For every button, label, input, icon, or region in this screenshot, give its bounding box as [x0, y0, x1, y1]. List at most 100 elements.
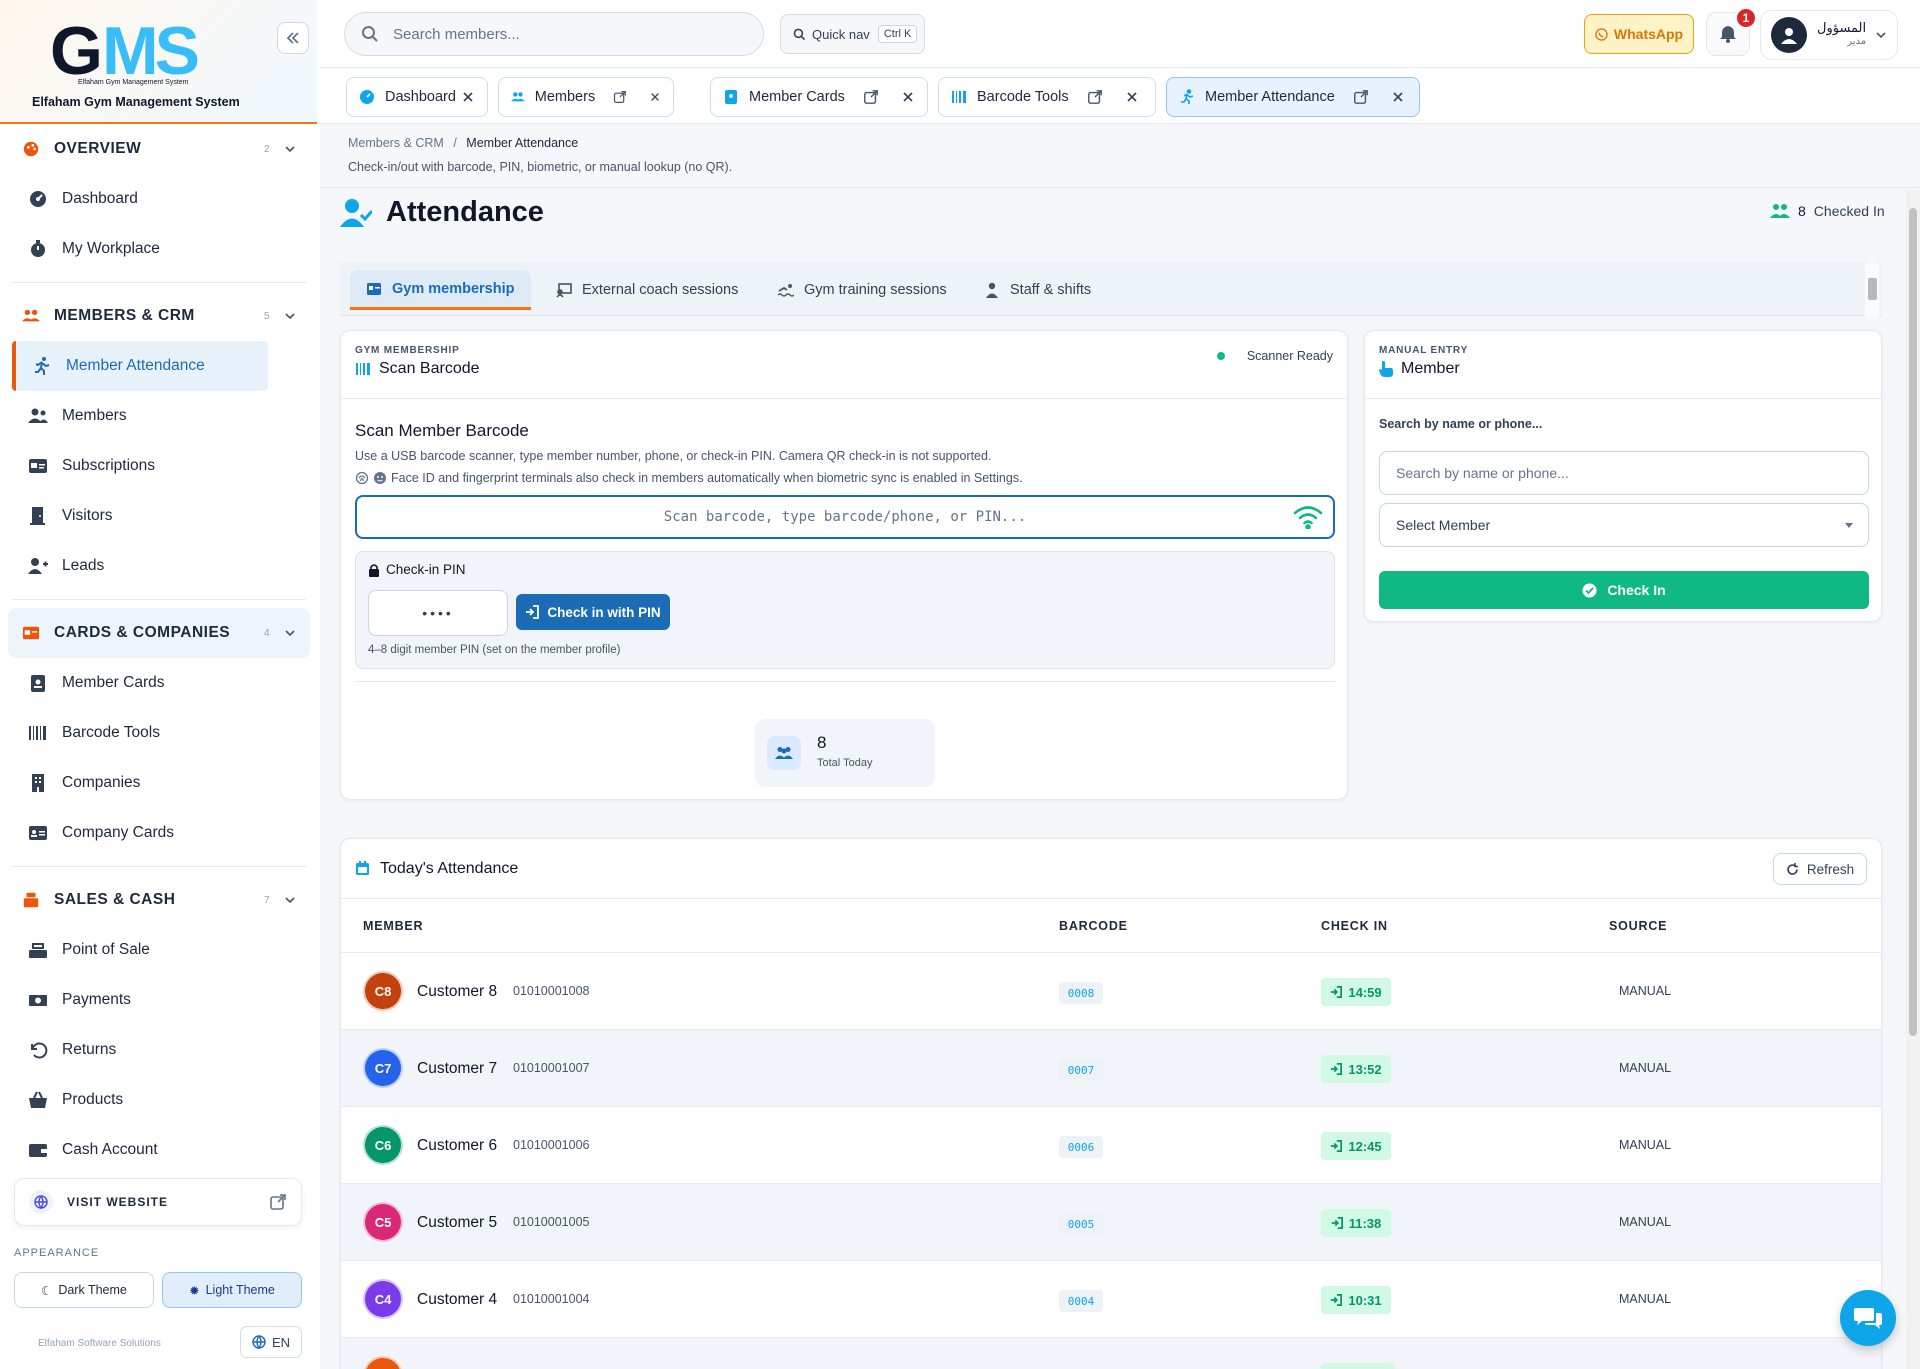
external-link-icon[interactable]	[1353, 89, 1369, 105]
sidebar-item-cash-account[interactable]: Cash Account	[0, 1125, 317, 1164]
visit-website-label: VISIT WEBSITE	[67, 1195, 169, 1209]
section-label: MEMBERS & CRM	[54, 307, 195, 324]
section-overview[interactable]: OVERVIEW 2	[0, 124, 317, 174]
member-name[interactable]: Customer 7	[417, 1060, 497, 1078]
member-avatar: C8	[363, 971, 403, 1011]
table-row[interactable]: C3	[341, 1338, 1881, 1369]
divider	[12, 866, 306, 867]
close-icon[interactable]	[901, 90, 915, 104]
close-icon[interactable]	[649, 90, 661, 104]
column-header-member[interactable]: MEMBER	[363, 919, 423, 933]
member-name[interactable]: Customer 4	[417, 1291, 497, 1309]
bell-icon	[1720, 26, 1736, 43]
search-input[interactable]: Search members...	[344, 12, 764, 56]
close-icon[interactable]	[1391, 90, 1405, 104]
chat-button[interactable]	[1840, 1290, 1896, 1346]
scan-body: Scan Member Barcode Use a USB barcode sc…	[341, 421, 1347, 682]
gauge-icon	[30, 191, 46, 207]
sidebar-item-returns[interactable]: Returns	[0, 1025, 317, 1075]
sidebar-item-payments[interactable]: Payments	[0, 975, 317, 1025]
section-count: 5	[263, 310, 270, 322]
member-name[interactable]: Customer 5	[417, 1214, 497, 1232]
light-theme-button[interactable]: ✹ Light Theme	[162, 1272, 302, 1308]
sidebar-item-point-of-sale[interactable]: Point of Sale	[0, 925, 317, 975]
tab-member-cards[interactable]: Member Cards	[710, 77, 928, 117]
member-name[interactable]: Customer 8	[417, 983, 497, 1001]
sidebar: G MS Elfaham Gym Management System Elfah…	[0, 0, 320, 1369]
pin-input[interactable]: ••••	[368, 590, 508, 636]
manual-entry-card: MANUAL ENTRY Member Search by name or ph…	[1364, 330, 1882, 622]
section-members-crm[interactable]: MEMBERS & CRM 5	[0, 291, 317, 341]
check-in-label: Check In	[1607, 582, 1666, 598]
dark-theme-button[interactable]: ☾ Dark Theme	[14, 1272, 154, 1308]
page-title: Attendance	[386, 196, 544, 228]
sidebar-item-visitors[interactable]: Visitors	[0, 491, 317, 541]
close-icon[interactable]	[1125, 90, 1139, 104]
table-row[interactable]: C8 Customer 8 01010001008 0008 14:59 MANUAL	[341, 953, 1881, 1030]
select-member-dropdown[interactable]: Select Member	[1379, 503, 1869, 547]
check-in-source: MANUAL	[1619, 984, 1672, 998]
sidebar-item-companies[interactable]: Companies	[0, 758, 317, 808]
scrollbar-thumb[interactable]	[1909, 208, 1917, 1036]
check-in-button[interactable]: Check In	[1379, 571, 1869, 609]
check-in-with-pin-button[interactable]: Check in with PIN	[516, 594, 670, 630]
sidebar-item-leads[interactable]: Leads	[0, 541, 317, 591]
search-icon	[793, 28, 806, 40]
member-avatar: C7	[363, 1048, 403, 1088]
todays-attendance-card: Today's Attendance Refresh MEMBER BARCOD…	[340, 838, 1882, 1369]
external-link-icon[interactable]	[1087, 89, 1103, 105]
tab-barcode-tools[interactable]: Barcode Tools	[938, 77, 1156, 117]
fingerprint-icon	[355, 471, 369, 485]
sidebar-item-subscriptions[interactable]: Subscriptions	[0, 441, 317, 491]
page-scrollbar[interactable]	[1906, 190, 1920, 1369]
user-menu[interactable]: المسؤول مدير	[1760, 10, 1898, 60]
sidebar-item-my-workplace[interactable]: My Workplace	[0, 224, 317, 274]
language-toggle[interactable]: EN	[240, 1326, 302, 1358]
table-row[interactable]: C7 Customer 7 01010001007 0007 13:52 MANUAL	[341, 1030, 1881, 1107]
quick-nav-button[interactable]: Quick nav Ctrl K	[780, 14, 925, 54]
tab-staff-shifts[interactable]: Staff & shifts	[968, 270, 1107, 310]
tab-gym-training-sessions[interactable]: Gym training sessions	[762, 270, 963, 310]
sidebar-item-member-attendance[interactable]: Member Attendance	[12, 341, 268, 391]
visit-website-button[interactable]: VISIT WEBSITE	[14, 1178, 302, 1226]
collapse-sidebar-button[interactable]	[277, 22, 309, 54]
tab-gym-membership[interactable]: Gym membership	[350, 270, 531, 310]
check-in-time-text: 12:45	[1348, 1138, 1382, 1154]
table-row[interactable]: C4 Customer 4 01010001004 0004 10:31 MANUAL	[341, 1261, 1881, 1338]
section-count: 7	[263, 894, 270, 906]
sidebar-item-barcode-tools[interactable]: Barcode Tools	[0, 708, 317, 758]
external-link-icon[interactable]	[863, 89, 879, 105]
sidebar-item-dashboard[interactable]: Dashboard	[0, 174, 317, 224]
refresh-button[interactable]: Refresh	[1773, 853, 1867, 885]
tab-external-coach-sessions[interactable]: External coach sessions	[540, 270, 754, 310]
table-row[interactable]: C5 Customer 5 01010001005 0005 11:38 MANUAL	[341, 1184, 1881, 1261]
chevron-down-icon	[285, 146, 295, 153]
sidebar-item-members[interactable]: Members	[0, 391, 317, 441]
column-header-barcode[interactable]: BARCODE	[1059, 919, 1128, 933]
sidebar-item-member-cards[interactable]: Member Cards	[0, 658, 317, 708]
subtabs-scrollbar[interactable]	[1865, 262, 1879, 316]
member-search-input[interactable]: Search by name or phone...	[1379, 451, 1869, 495]
member-name[interactable]: Customer 6	[417, 1137, 497, 1155]
barcode-scan-input[interactable]: Scan barcode, type barcode/phone, or PIN…	[355, 495, 1335, 539]
tab-dashboard[interactable]: Dashboard	[346, 77, 488, 117]
close-icon[interactable]	[461, 90, 475, 104]
sidebar-item-products[interactable]: Products	[0, 1075, 317, 1125]
refresh-icon	[1787, 862, 1798, 875]
column-header-source[interactable]: SOURCE	[1609, 919, 1667, 933]
column-header-check-in[interactable]: CHECK IN	[1321, 919, 1388, 933]
section-sales-cash[interactable]: SALES & CASH 7	[0, 875, 317, 925]
breadcrumb-parent[interactable]: Members & CRM	[348, 136, 444, 150]
section-cards-companies[interactable]: CARDS & COMPANIES 4	[8, 608, 310, 658]
sign-in-icon	[1331, 1217, 1343, 1229]
sign-in-icon	[1331, 1140, 1343, 1152]
tab-member-attendance[interactable]: Member Attendance	[1166, 77, 1420, 117]
sidebar-item-company-cards[interactable]: Company Cards	[0, 808, 317, 858]
scrollbar-thumb[interactable]	[1868, 278, 1877, 300]
whatsapp-button[interactable]: WhatsApp	[1584, 14, 1694, 54]
divider	[320, 187, 1920, 188]
table-row[interactable]: C6 Customer 6 01010001006 0006 12:45 MANUAL	[341, 1107, 1881, 1184]
notifications-button[interactable]: 1	[1706, 7, 1757, 56]
tab-members[interactable]: Members	[498, 77, 674, 117]
external-link-icon[interactable]	[613, 89, 627, 105]
